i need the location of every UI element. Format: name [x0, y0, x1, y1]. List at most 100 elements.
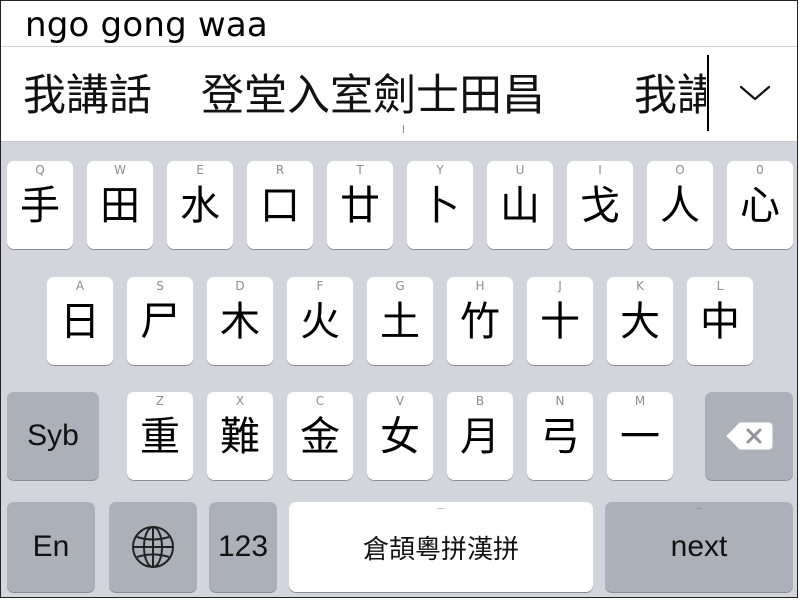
key-glyph: 人 — [660, 183, 700, 229]
key-q[interactable]: Q 手 — [7, 161, 73, 249]
key-glyph: 竹 — [460, 299, 500, 345]
key-glyph: 中 — [700, 299, 740, 345]
key-hint: W — [114, 163, 126, 177]
numbers-key[interactable]: 123 — [209, 502, 277, 592]
key-w[interactable]: W 田 — [87, 161, 153, 249]
key-n[interactable]: N 弓 — [527, 392, 593, 480]
key-z[interactable]: Z 重 — [127, 392, 193, 480]
key-b[interactable]: B 月 — [447, 392, 513, 480]
key-u[interactable]: U 山 — [487, 161, 553, 249]
key-glyph: 手 — [20, 183, 60, 229]
space-key[interactable]: — 倉頡粵拼漢拼 — [289, 502, 593, 592]
backspace-icon — [726, 422, 773, 450]
key-p[interactable]: 0 心 — [727, 161, 793, 249]
key-hint: L — [716, 279, 724, 293]
key-f[interactable]: F 火 — [287, 277, 353, 365]
ime-screen: ngo gong waa 我講話 登堂入室劍士田昌 我講 Q 手 W 田 E 水… — [0, 0, 798, 598]
key-glyph: 木 — [220, 299, 260, 345]
key-hint: T — [356, 163, 364, 177]
key-hint: C — [315, 394, 325, 408]
space-key-label: 倉頡粵拼漢拼 — [362, 534, 519, 565]
key-hint: J — [558, 279, 562, 293]
key-glyph: 土 — [380, 299, 420, 345]
candidate-2[interactable]: 登堂入室劍士田昌 — [201, 71, 545, 121]
key-x[interactable]: X 難 — [207, 392, 273, 480]
backspace-button[interactable] — [705, 392, 793, 480]
key-l[interactable]: L 中 — [687, 277, 753, 365]
key-r[interactable]: R 口 — [247, 161, 313, 249]
key-g[interactable]: G 土 — [367, 277, 433, 365]
key-hint: E — [196, 163, 204, 177]
candidate-bar: 我講話 登堂入室劍士田昌 我講 — [1, 47, 797, 141]
backspace-icon-wrap — [705, 392, 793, 480]
key-v[interactable]: V 女 — [367, 392, 433, 480]
key-s[interactable]: S 尸 — [127, 277, 193, 365]
english-mode-key[interactable]: En — [7, 502, 95, 592]
key-glyph: 大 — [620, 299, 660, 345]
key-glyph: 火 — [300, 299, 340, 345]
key-glyph: 口 — [260, 183, 300, 229]
key-glyph: 山 — [500, 183, 540, 229]
key-t[interactable]: T 廿 — [327, 161, 393, 249]
key-glyph: 戈 — [580, 183, 620, 229]
key-hint: D — [235, 279, 245, 293]
key-a[interactable]: A 日 — [47, 277, 113, 365]
globe-icon-wrap — [109, 502, 197, 592]
key-o[interactable]: O 人 — [647, 161, 713, 249]
candidate-separator — [707, 55, 709, 131]
globe-icon — [132, 526, 174, 568]
key-hint: R — [275, 163, 285, 177]
key-hint: X — [235, 394, 245, 408]
key-y[interactable]: Y 卜 — [407, 161, 473, 249]
key-hint: V — [395, 394, 405, 408]
key-hint: Q — [35, 163, 45, 177]
next-key-label: next — [670, 530, 728, 563]
key-e[interactable]: E 水 — [167, 161, 233, 249]
key-k[interactable]: K 大 — [607, 277, 673, 365]
numbers-key-label: 123 — [217, 530, 269, 563]
key-glyph: 十 — [540, 299, 580, 345]
key-glyph: 重 — [140, 414, 180, 460]
key-hint: B — [475, 394, 485, 408]
key-glyph: 田 — [100, 183, 140, 229]
key-hint: M — [634, 394, 646, 408]
candidate-1[interactable]: 我講話 — [23, 71, 152, 121]
key-glyph: 月 — [460, 414, 500, 460]
key-hint: O — [675, 163, 685, 177]
key-glyph: 心 — [740, 183, 780, 229]
key-h[interactable]: H 竹 — [447, 277, 513, 365]
key-glyph: 女 — [380, 414, 420, 460]
key-glyph: 難 — [220, 414, 260, 460]
symbol-key[interactable]: Syb — [7, 392, 99, 480]
key-c[interactable]: C 金 — [287, 392, 353, 480]
key-hint: G — [395, 279, 405, 293]
globe-key[interactable] — [109, 502, 197, 592]
key-glyph: 尸 — [140, 299, 180, 345]
key-hint: Y — [436, 163, 444, 177]
key-hint: F — [316, 279, 324, 293]
key-glyph: 水 — [180, 183, 220, 229]
key-hint: A — [75, 279, 85, 293]
next-key[interactable]: — next — [605, 502, 793, 592]
key-hint: H — [475, 279, 485, 293]
candidate-3[interactable]: 我講 — [634, 71, 706, 121]
key-hint: S — [156, 279, 164, 293]
key-glyph: 金 — [300, 414, 340, 460]
key-hint: K — [636, 279, 644, 293]
expand-candidates-button[interactable] — [731, 75, 779, 111]
key-hint: I — [598, 163, 602, 177]
key-glyph: 廿 — [340, 183, 380, 229]
keyboard: Q 手 W 田 E 水 R 口 T 廿 Y 卜 U 山 I 戈 O 人 0 心 … — [1, 142, 797, 597]
key-d[interactable]: D 木 — [207, 277, 273, 365]
key-hint: Z — [155, 394, 165, 408]
symbol-key-label: Syb — [27, 419, 79, 452]
key-j[interactable]: J 十 — [527, 277, 593, 365]
key-m[interactable]: M 一 — [607, 392, 673, 480]
key-hint: 0 — [756, 163, 764, 177]
key-hint: U — [515, 163, 525, 177]
english-mode-label: En — [32, 530, 70, 563]
key-i[interactable]: I 戈 — [567, 161, 633, 249]
key-glyph: 日 — [60, 299, 100, 345]
key-glyph: 一 — [620, 414, 660, 460]
candidate-marker — [403, 125, 404, 133]
